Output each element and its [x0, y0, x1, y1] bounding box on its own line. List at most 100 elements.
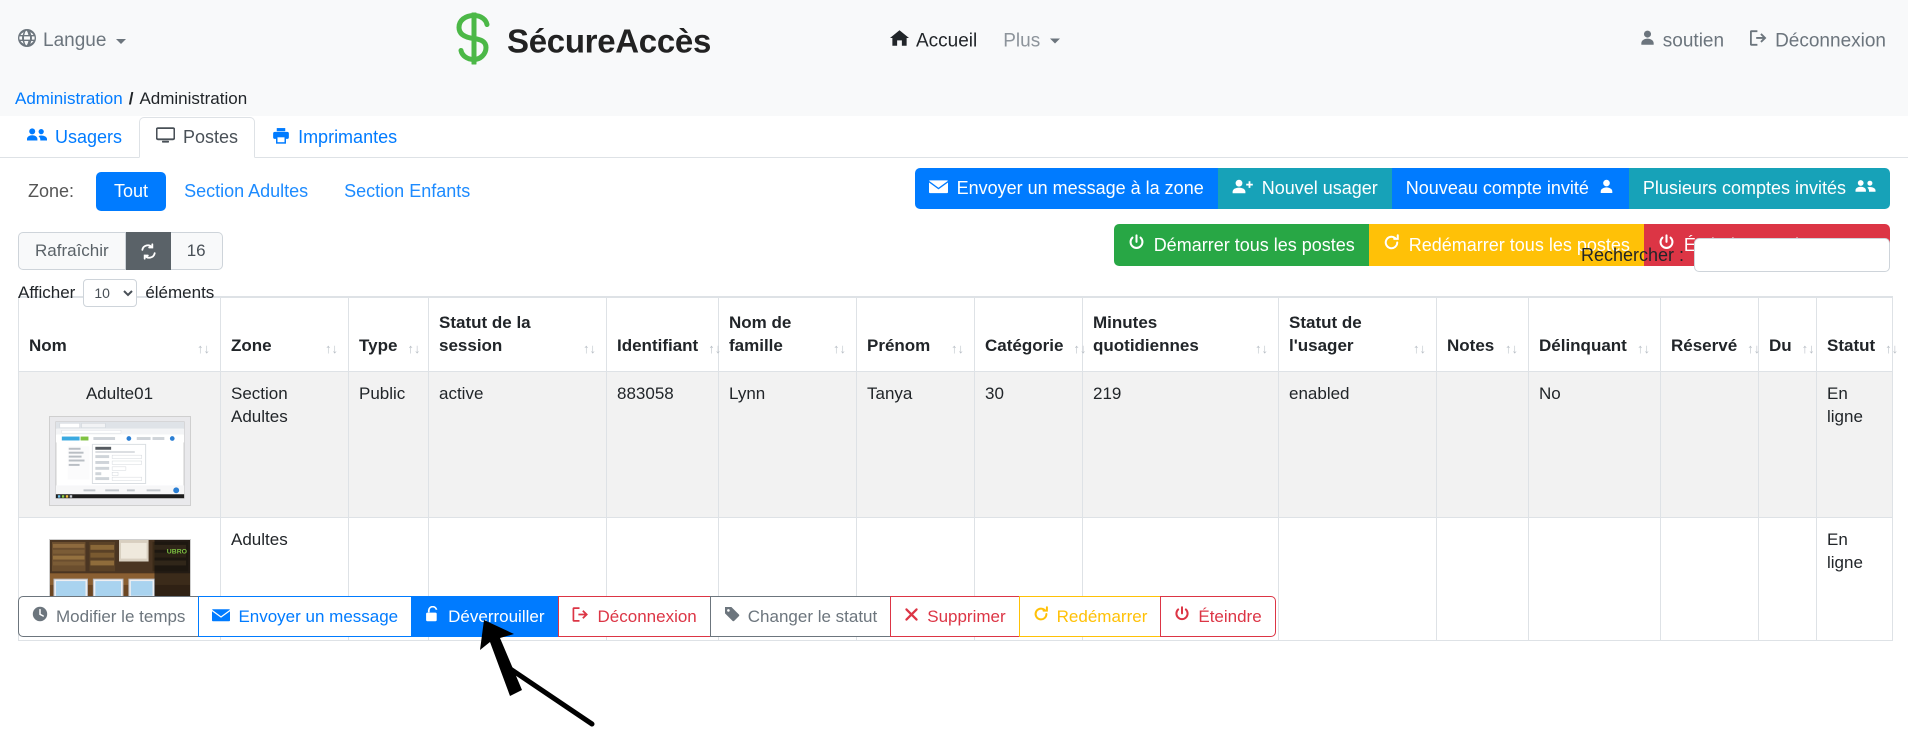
tab-postes[interactable]: Postes: [139, 117, 256, 158]
delete-button[interactable]: Supprimer: [890, 596, 1020, 638]
table-controls: Rafraîchir 16 Afficher 102550100 élément…: [0, 210, 1908, 307]
col-statut-label: Statut: [1827, 335, 1876, 355]
cell-identifiant: 883058: [606, 370, 719, 518]
nav-item-plus[interactable]: Plus: [1003, 30, 1061, 52]
change-status-label: Changer le statut: [747, 606, 878, 626]
cell-du: [1758, 516, 1817, 641]
col-du[interactable]: Du ↑↓: [1758, 295, 1817, 372]
cell-reserve: [1660, 516, 1759, 641]
tab-usagers-label: Usagers: [55, 127, 123, 147]
zone-option-tout[interactable]: Tout: [96, 171, 167, 211]
new-user-label: Nouvel usager: [1261, 178, 1378, 198]
user-plus-icon: [1232, 178, 1253, 199]
col-prenom[interactable]: Prénom ↑↓: [856, 295, 975, 372]
table-head: Nom ↑↓ Zone ↑↓ Type ↑↓ Statut de la session…: [18, 295, 1898, 372]
brand-logo-group[interactable]: SécureAccès: [455, 11, 712, 70]
col-type[interactable]: Type ↑↓: [348, 295, 429, 372]
user-icon: [1639, 30, 1656, 53]
home-icon: [890, 29, 909, 54]
zone-option-section-adultes[interactable]: Section Adultes: [166, 172, 326, 211]
col-delinquant[interactable]: Délinquant ↑↓: [1528, 295, 1661, 372]
col-identifiant-label: Identifiant: [617, 335, 699, 355]
user-icon: [1598, 178, 1615, 199]
zone-option-section-enfants[interactable]: Section Enfants: [326, 172, 488, 211]
send-message-button[interactable]: Envoyer un message: [198, 596, 413, 638]
users-icon: [1855, 178, 1876, 199]
col-notes-label: Notes: [1447, 335, 1495, 355]
multiple-guest-accounts-button[interactable]: Plusieurs comptes invités: [1628, 168, 1890, 209]
user-nav: soutien Déconnexion: [1639, 30, 1886, 53]
language-selector[interactable]: Langue: [18, 29, 127, 53]
send-message-to-zone-button[interactable]: Envoyer un message à la zone: [914, 168, 1218, 209]
col-statut-session-label: Statut de la session: [439, 313, 531, 355]
send-message-label: Envoyer un message: [238, 606, 399, 626]
svg-text:UBRO: UBRO: [166, 549, 187, 556]
cell-delinquant: No: [1528, 370, 1661, 518]
table-row[interactable]: Adulte01 Section Adultes Public active 8…: [18, 370, 1893, 518]
logout-row-button[interactable]: Déconnexion: [557, 596, 711, 638]
shutdown-button[interactable]: Éteindre: [1160, 596, 1276, 638]
desktop-icon: [155, 126, 176, 149]
nav-item-soutien[interactable]: soutien: [1639, 30, 1724, 53]
col-statut[interactable]: Statut ↑↓: [1816, 295, 1898, 372]
envelope-icon: [928, 178, 948, 199]
clock-icon: [32, 606, 48, 627]
col-minutes-quotidiennes[interactable]: Minutes quotidiennes ↑↓: [1082, 295, 1279, 372]
sort-icon: ↑↓: [833, 341, 846, 357]
nav-item-soutien-label: soutien: [1662, 30, 1725, 51]
breadcrumb-separator: /: [128, 89, 134, 108]
col-nom-famille[interactable]: Nom de famille ↑↓: [718, 295, 857, 372]
unlock-label: Déverrouiller: [448, 606, 545, 626]
tab-imprimantes[interactable]: Imprimantes: [255, 117, 414, 158]
sort-icon: ↑↓: [951, 341, 964, 357]
cell-type: Public: [348, 370, 429, 518]
brand-name: SécureAccès: [507, 22, 712, 59]
col-categorie-label: Catégorie: [985, 335, 1064, 355]
station-name: Adulte01: [85, 383, 154, 403]
shutdown-label: Éteindre: [1198, 606, 1262, 626]
col-minutes-quotidiennes-label: Minutes quotidiennes: [1093, 313, 1199, 355]
change-status-button[interactable]: Changer le statut: [709, 596, 892, 638]
unlock-button[interactable]: Déverrouiller: [411, 596, 559, 638]
cell-zone: Section Adultes: [220, 370, 349, 518]
col-statut-session[interactable]: Statut de la session ↑↓: [428, 295, 607, 372]
new-guest-account-button[interactable]: Nouveau compte invité: [1391, 168, 1629, 209]
times-icon: [904, 607, 919, 627]
restart-button[interactable]: Redémarrer: [1018, 596, 1162, 638]
col-reserve[interactable]: Réservé ↑↓: [1660, 295, 1760, 372]
col-statut-usager[interactable]: Statut de l'usager ↑↓: [1278, 295, 1437, 372]
refresh-countdown: 16: [170, 232, 223, 270]
col-zone[interactable]: Zone ↑↓: [220, 295, 349, 372]
modify-time-button[interactable]: Modifier le temps: [18, 596, 200, 638]
col-notes[interactable]: Notes ↑↓: [1436, 295, 1529, 372]
breadcrumb-root-link[interactable]: Administration: [15, 89, 123, 109]
breadcrumb-current: Administration: [139, 89, 248, 108]
search-input[interactable]: [1694, 238, 1890, 272]
col-nom[interactable]: Nom ↑↓: [18, 295, 221, 372]
tag-icon: [724, 606, 740, 627]
col-nom-label: Nom: [29, 335, 67, 355]
nav-item-logout[interactable]: Déconnexion: [1750, 30, 1886, 53]
new-user-button[interactable]: Nouvel usager: [1217, 168, 1392, 209]
cell-notes: [1436, 516, 1529, 641]
cell-notes: [1436, 370, 1529, 518]
nav-item-accueil[interactable]: Accueil: [890, 29, 977, 54]
tab-usagers[interactable]: Usagers: [10, 117, 139, 158]
delete-label: Supprimer: [927, 606, 1006, 626]
modify-time-label: Modifier le temps: [56, 606, 186, 626]
sync-icon[interactable]: [125, 232, 171, 270]
col-categorie[interactable]: Catégorie ↑↓: [974, 295, 1086, 372]
screenshot-thumbnail-browser[interactable]: [48, 415, 191, 506]
chevron-down-icon: [1050, 38, 1061, 44]
printer-icon: [272, 127, 290, 149]
cell-nom-famille: Lynn: [718, 370, 857, 518]
col-zone-label: Zone: [231, 335, 272, 355]
zone-filter-row: Zone: Tout Section Adultes Section Enfan…: [0, 158, 1908, 266]
sort-icon: ↑↓: [1255, 341, 1268, 357]
col-identifiant[interactable]: Identifiant ↑↓: [606, 295, 721, 372]
cell-du: [1758, 370, 1817, 518]
language-label: Langue: [43, 30, 107, 51]
multiple-guest-accounts-label: Plusieurs comptes invités: [1642, 178, 1846, 198]
refresh-button[interactable]: Rafraîchir: [18, 232, 126, 270]
cell-nom[interactable]: Adulte01: [18, 370, 221, 518]
